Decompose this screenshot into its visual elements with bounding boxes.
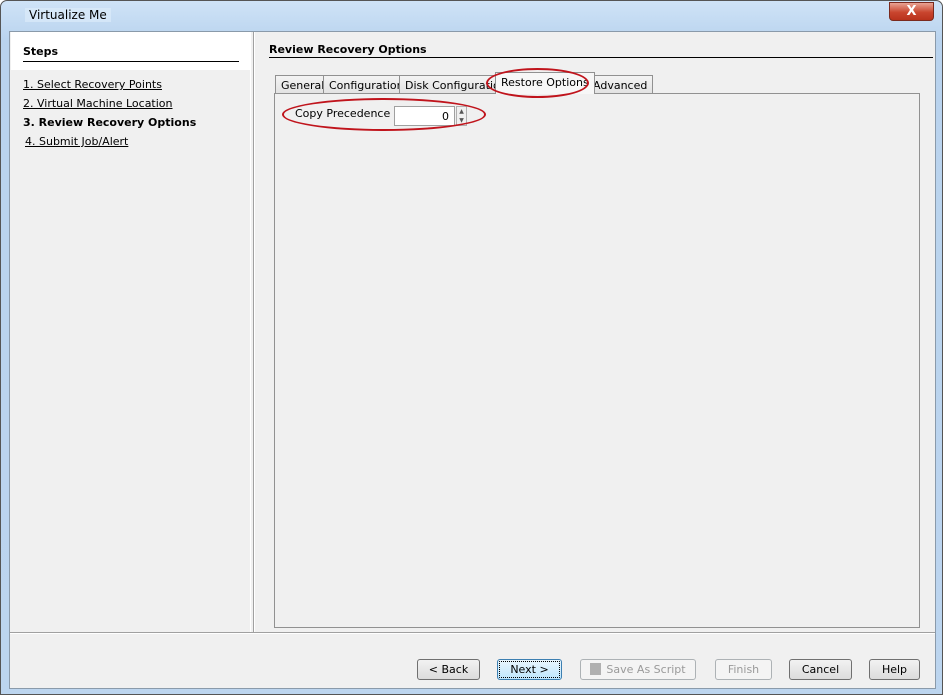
next-button[interactable]: Next > <box>497 659 562 680</box>
step-review-recovery-options: 3. Review Recovery Options <box>23 116 197 129</box>
chevron-up-icon[interactable]: ▲ <box>457 107 466 116</box>
copy-precedence-stepper[interactable]: ▲ ▼ <box>456 106 467 126</box>
divider <box>10 632 935 634</box>
step-virtual-machine-location[interactable]: 2. Virtual Machine Location <box>23 97 173 110</box>
tab-restore-options[interactable]: Restore Options <box>495 72 595 94</box>
tab-configuration[interactable]: Configuration <box>323 75 410 94</box>
save-as-script-button[interactable]: Save As Script <box>580 659 696 680</box>
chevron-down-icon[interactable]: ▼ <box>457 116 466 125</box>
dialog-client: Steps 1. Select Recovery Points 2. Virtu… <box>9 31 936 689</box>
finish-button[interactable]: Finish <box>715 659 772 680</box>
tab-advanced[interactable]: Advanced <box>587 75 654 94</box>
steps-panel: Steps 1. Select Recovery Points 2. Virtu… <box>11 32 251 632</box>
splitter[interactable] <box>253 32 255 632</box>
dialog-window: Virtualize Me X Steps 1. Select Recovery… <box>0 0 943 695</box>
copy-precedence-input[interactable]: 0 <box>394 106 455 126</box>
step-select-recovery-points[interactable]: 1. Select Recovery Points <box>23 78 162 91</box>
page-title: Review Recovery Options <box>269 43 933 58</box>
script-icon <box>590 663 602 675</box>
tab-panel <box>274 93 920 628</box>
back-button[interactable]: < Back <box>417 659 480 680</box>
step-submit-job-alert[interactable]: 4. Submit Job/Alert <box>25 135 128 148</box>
window-title: Virtualize Me <box>25 8 111 22</box>
steps-heading: Steps <box>23 45 239 62</box>
cancel-button[interactable]: Cancel <box>789 659 852 680</box>
help-button[interactable]: Help <box>869 659 920 680</box>
copy-precedence-label: Copy Precedence <box>295 107 391 120</box>
save-as-script-label: Save As Script <box>606 663 686 676</box>
close-button[interactable]: X <box>889 2 934 21</box>
